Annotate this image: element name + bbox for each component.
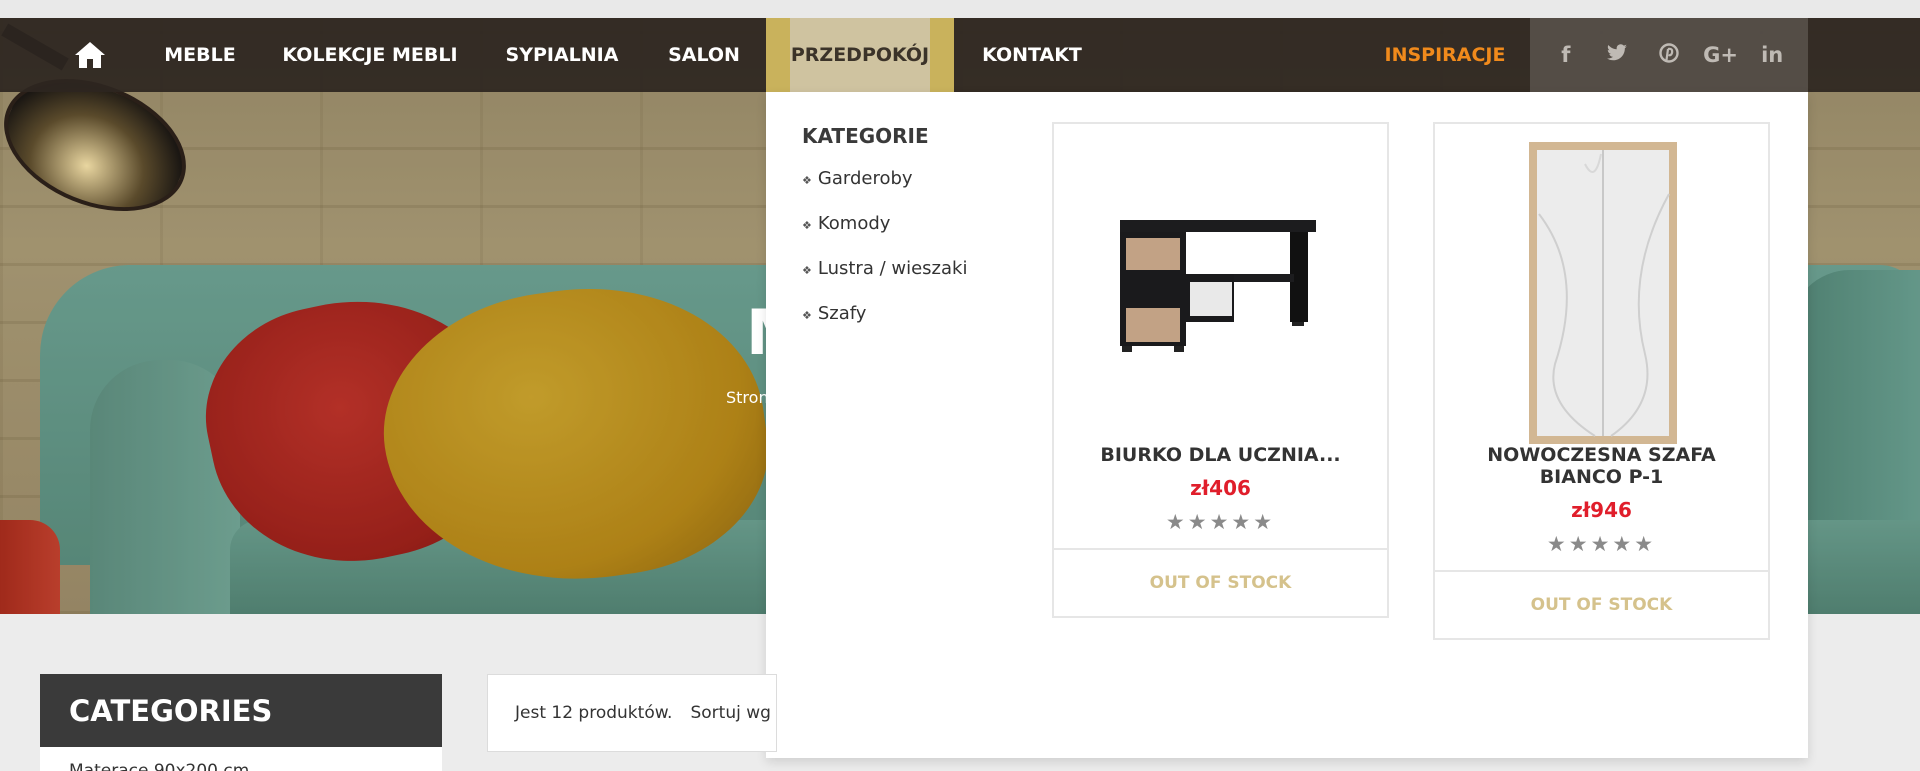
rating-stars-icon: ★★★★★	[1546, 532, 1657, 556]
nav-sypialnia[interactable]: SYPIALNIA	[494, 18, 630, 92]
product-card-szafa[interactable]: NOWOCZESNA SZAFA BIANCO P-1 zł946 ★★★★★ …	[1433, 122, 1770, 640]
nav-inspiracje[interactable]: INSPIRACJE	[1372, 18, 1518, 92]
google-plus-icon[interactable]: G+	[1701, 43, 1741, 67]
category-label: Komody	[817, 213, 891, 234]
social-links: f G+ in	[1530, 18, 1808, 92]
nav-przedpokoj[interactable]: PRZEDPOKÓJ	[766, 18, 954, 92]
mega-menu-przedpokoj: KATEGORIE ❖ Garderoby ❖ Komody ❖ Lustra / w…	[766, 92, 1808, 758]
category-item-lustra[interactable]: ❖ Lustra / wieszaki	[802, 258, 967, 303]
product-image-desk[interactable]	[1054, 124, 1387, 444]
product-name[interactable]: NOWOCZESNA SZAFA BIANCO P-1	[1435, 444, 1768, 488]
category-item-garderoby[interactable]: ❖ Garderoby	[802, 168, 967, 213]
main-nav: MEBLE KOLEKCJE MEBLI SYPIALNIA SALON PRZ…	[0, 18, 1920, 92]
diamond-bullet-icon: ❖	[802, 174, 812, 187]
breadcrumb[interactable]: Stron	[726, 388, 769, 407]
nav-meble[interactable]: MEBLE	[150, 18, 250, 92]
out-of-stock-button[interactable]: OUT OF STOCK	[1435, 570, 1768, 638]
listing-toolbar: Jest 12 produktów. Sortuj wg	[487, 674, 777, 752]
category-label: Lustra / wieszaki	[817, 258, 968, 279]
product-count: Jest 12 produktów.	[515, 703, 673, 723]
diamond-bullet-icon: ❖	[802, 309, 812, 322]
category-list: ❖ Garderoby ❖ Komody ❖ Lustra / wieszaki ❖ S…	[802, 168, 967, 348]
diamond-bullet-icon: ❖	[802, 264, 812, 277]
nav-kontakt[interactable]: KONTAKT	[968, 18, 1096, 92]
sidebar-title: CATEGORIES	[40, 674, 442, 747]
sidebar-item-materace[interactable]: Materace 90x200 cm	[40, 747, 442, 771]
category-item-komody[interactable]: ❖ Komody	[802, 213, 967, 258]
rating-stars-icon: ★★★★★	[1165, 510, 1276, 534]
sort-dropdown[interactable]: Sortuj wg	[690, 703, 770, 723]
category-label: Garderoby	[817, 168, 913, 189]
twitter-icon[interactable]	[1597, 43, 1637, 67]
out-of-stock-button[interactable]: OUT OF STOCK	[1054, 548, 1387, 616]
pinterest-icon[interactable]	[1649, 42, 1689, 68]
product-image-wardrobe[interactable]	[1435, 124, 1768, 444]
nav-salon[interactable]: SALON	[656, 18, 752, 92]
product-price: zł406	[1190, 476, 1251, 500]
nav-kolekcje-mebli[interactable]: KOLEKCJE MEBLI	[272, 18, 468, 92]
category-label: Szafy	[817, 303, 867, 324]
top-strip	[0, 0, 1920, 18]
product-name[interactable]: BIURKO DLA UCZNIA...	[1054, 444, 1387, 466]
category-item-szafy[interactable]: ❖ Szafy	[802, 303, 967, 348]
home-button[interactable]	[70, 38, 110, 72]
facebook-icon[interactable]: f	[1546, 43, 1586, 67]
product-price: zł946	[1571, 498, 1632, 522]
linkedin-icon[interactable]: in	[1752, 43, 1792, 67]
sidebar-categories: CATEGORIES Materace 90x200 cm	[40, 674, 442, 771]
home-icon	[75, 42, 105, 68]
product-card-biurko[interactable]: BIURKO DLA UCZNIA... zł406 ★★★★★ OUT OF …	[1052, 122, 1389, 618]
diamond-bullet-icon: ❖	[802, 219, 812, 232]
dropdown-heading: KATEGORIE	[802, 124, 929, 148]
